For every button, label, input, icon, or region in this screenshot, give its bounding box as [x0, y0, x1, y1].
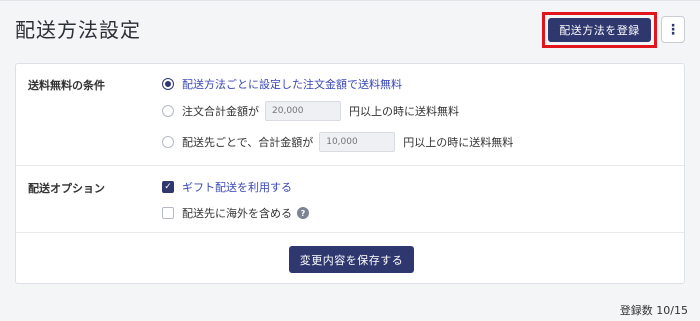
save-changes-button[interactable]: 変更内容を保存する [289, 246, 414, 273]
top-border [0, 0, 700, 1]
free-shipping-option-per-destination[interactable]: 配送先ごとで、合計金額が 円以上の時に送料無料 [162, 132, 513, 152]
overseas-shipping-checkbox[interactable] [162, 207, 174, 219]
overseas-shipping-option[interactable]: 配送先に海外を含める ? [162, 205, 309, 221]
option-per-destination-prefix: 配送先ごとで、合計金額が [182, 136, 314, 149]
section-divider [16, 232, 684, 233]
more-options-button[interactable]: ⋮ [661, 16, 685, 43]
radio-order-total[interactable] [162, 105, 174, 117]
free-shipping-label: 送料無料の条件 [28, 79, 105, 92]
register-button-highlight: 配送方法を登録 [542, 12, 657, 48]
overseas-shipping-label: 配送先に海外を含める [182, 207, 292, 220]
radio-per-method[interactable] [162, 78, 174, 90]
settings-card: 送料無料の条件 配送方法ごとに設定した注文金額で送料無料 注文合計金額が 円以上… [15, 63, 685, 284]
section-divider [16, 165, 684, 166]
more-vertical-icon: ⋮ [666, 21, 680, 38]
option-order-total-suffix: 円以上の時に送料無料 [349, 105, 459, 118]
page-title: 配送方法設定 [15, 18, 141, 42]
register-shipping-method-button[interactable]: 配送方法を登録 [548, 18, 651, 42]
gift-shipping-label: ギフト配送を利用する [182, 181, 292, 194]
shipping-options-label: 配送オプション [28, 182, 105, 195]
option-per-method-label: 配送方法ごとに設定した注文金額で送料無料 [182, 78, 402, 91]
option-per-destination-suffix: 円以上の時に送料無料 [403, 136, 514, 149]
radio-per-destination[interactable] [162, 136, 174, 148]
order-total-amount-input[interactable] [265, 101, 341, 121]
help-icon[interactable]: ? [297, 207, 309, 219]
free-shipping-option-per-method[interactable]: 配送方法ごとに設定した注文金額で送料無料 [162, 76, 402, 92]
registration-count: 登録数 10/15 [619, 304, 688, 317]
option-order-total-prefix: 注文合計金額が [182, 105, 259, 118]
gift-shipping-option[interactable]: ✓ ギフト配送を利用する [162, 179, 292, 195]
free-shipping-option-order-total[interactable]: 注文合計金額が 円以上の時に送料無料 [162, 101, 459, 121]
destination-total-amount-input[interactable] [319, 132, 396, 152]
gift-shipping-checkbox[interactable]: ✓ [162, 181, 174, 193]
